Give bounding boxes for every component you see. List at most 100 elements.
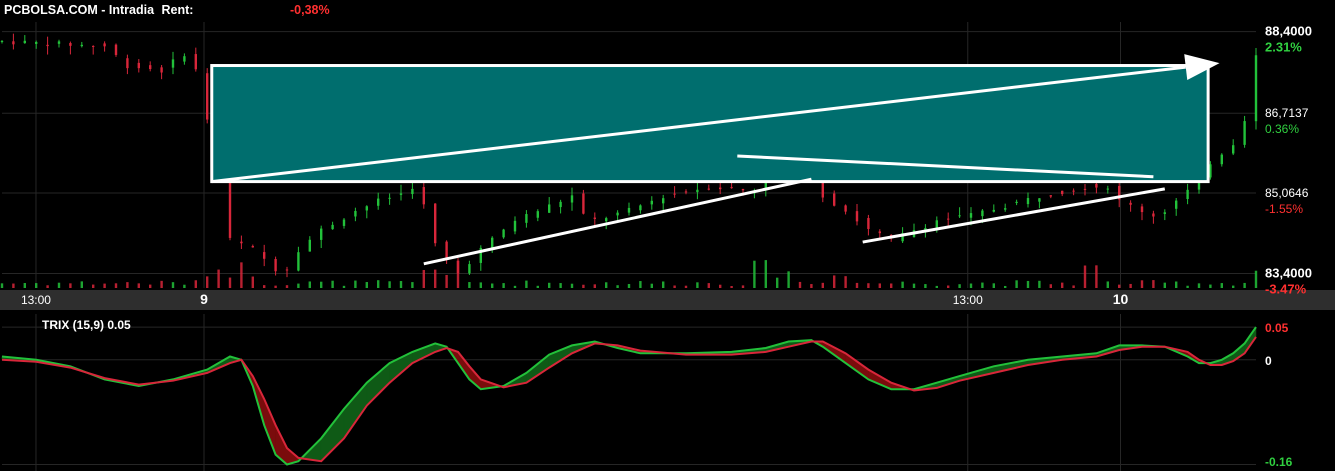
volume-bar <box>639 281 642 288</box>
candle-body <box>354 210 357 217</box>
volume-bar <box>901 281 904 288</box>
candle-body <box>342 219 346 226</box>
candle-body <box>114 44 118 55</box>
volume-bar <box>274 285 277 288</box>
volume-bar <box>707 283 710 288</box>
volume-bar <box>445 274 448 288</box>
candle-body <box>707 188 710 190</box>
volume-bar <box>388 281 391 288</box>
candle-body <box>411 188 414 195</box>
candle-body <box>1243 121 1246 145</box>
candle-body <box>1106 188 1109 190</box>
volume-bar <box>491 283 494 288</box>
volume-bar <box>1197 283 1201 288</box>
volume-bar <box>92 284 95 288</box>
y-tick-change: -1.55% <box>1265 202 1303 216</box>
candle-body <box>171 59 175 68</box>
candle-body <box>616 212 619 216</box>
volume-bar <box>434 269 437 288</box>
candle-body <box>673 193 676 195</box>
volume-bar <box>149 284 152 288</box>
y-tick-price: 88,4000 <box>1265 24 1312 39</box>
volume-bar <box>1140 280 1144 288</box>
volume-bar <box>992 283 995 288</box>
x-tick-label: 9 <box>200 291 208 307</box>
volume-bar <box>559 283 562 288</box>
volume-bar <box>1038 280 1041 288</box>
volume-bar <box>320 281 323 288</box>
candle-body <box>1232 145 1235 154</box>
volume-bar <box>411 282 414 288</box>
volume-bar <box>240 262 243 288</box>
volume-bar <box>456 260 460 288</box>
candle-body <box>981 210 984 217</box>
volume-bar <box>1026 280 1030 288</box>
candle-body <box>969 213 973 218</box>
y-tick-price: 85,0646 <box>1265 186 1309 200</box>
candle-body <box>719 187 722 190</box>
candle-body <box>570 195 574 203</box>
candle-body <box>126 58 129 69</box>
candle-body <box>320 228 323 240</box>
price-chart[interactable]: 13:00913:001013:001113:001288,40002.31%8… <box>0 0 1335 471</box>
candle-body <box>582 193 585 214</box>
volume-bar <box>821 282 824 288</box>
candle-body <box>92 45 95 47</box>
candle-body <box>46 44 49 47</box>
volume-bar <box>741 285 745 288</box>
candle-body <box>1175 200 1178 209</box>
volume-bar <box>342 285 346 288</box>
volume-bar <box>354 280 357 288</box>
price-axis: 88,40002.31% 86,7137 0.36% 85,0646 -1.55% 83,… <box>1265 24 1312 297</box>
candle-body <box>57 41 61 44</box>
volume-bar <box>217 269 220 288</box>
volume-bar <box>46 285 49 288</box>
volume-bar <box>673 285 676 288</box>
volume-bar <box>947 285 950 288</box>
volume-bar <box>377 280 380 288</box>
volume-bar <box>810 284 813 288</box>
volume-bar <box>935 285 938 288</box>
volume-bar <box>399 281 403 288</box>
candle-body <box>206 73 209 120</box>
candle-body <box>1004 208 1007 210</box>
volume-bar <box>365 282 368 288</box>
volume-bars <box>0 260 1258 288</box>
candle-body <box>844 205 847 212</box>
volume-bar <box>35 283 38 288</box>
trix-ribbon-segment <box>263 398 276 455</box>
volume-bar <box>753 260 756 288</box>
candle-body <box>23 40 26 44</box>
volume-bar <box>798 281 802 288</box>
candle-body <box>365 206 368 211</box>
trix-y-tick: 0 <box>1265 354 1272 368</box>
volume-bar <box>616 285 619 288</box>
candle-body <box>684 191 688 193</box>
candle-body <box>399 193 403 195</box>
trix-ribbon-segment <box>526 354 550 384</box>
candle-body <box>0 40 4 42</box>
volume-bar <box>228 277 232 288</box>
volume-bar <box>787 271 790 288</box>
candle-body <box>958 215 961 217</box>
candle-body <box>1095 183 1098 188</box>
candle-body <box>274 259 277 272</box>
volume-bar <box>1106 281 1109 288</box>
trix-ribbon-segment <box>366 362 390 407</box>
volume-bar <box>1232 285 1235 288</box>
trend-line <box>862 187 1166 244</box>
candle-body <box>285 269 289 271</box>
candle-body <box>639 205 642 211</box>
candle-body <box>445 241 448 259</box>
candle-body <box>696 189 699 193</box>
candle-body <box>12 41 15 45</box>
candle-body <box>730 187 733 189</box>
volume-bar <box>605 282 608 288</box>
candle-body <box>1083 188 1087 190</box>
volume-bar <box>844 276 847 288</box>
volume-bar <box>479 282 482 288</box>
volume-bar <box>958 284 961 288</box>
volume-bar <box>103 283 106 288</box>
candle-body <box>35 41 38 44</box>
candle-body <box>1220 154 1223 165</box>
